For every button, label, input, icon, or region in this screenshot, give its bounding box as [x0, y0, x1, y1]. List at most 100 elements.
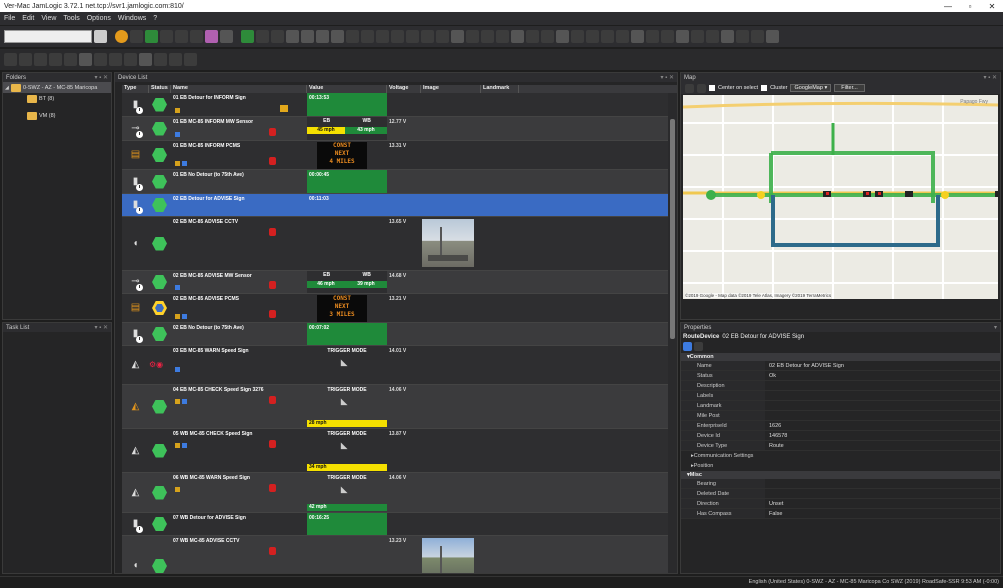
toolbar-icon[interactable] — [301, 30, 314, 43]
maximize-button[interactable]: ▫ — [959, 2, 981, 11]
connect-icon[interactable] — [241, 30, 254, 43]
toolbar-icon[interactable] — [601, 30, 614, 43]
map-forward-icon[interactable] — [697, 83, 706, 93]
table-row[interactable]: ◖ 02 EB MC-85 ADVISE CCTV 13.65 V — [122, 217, 668, 271]
toolbar-icon[interactable] — [436, 30, 449, 43]
toolbar-icon[interactable] — [124, 53, 137, 66]
toolbar-icon[interactable] — [466, 30, 479, 43]
table-row[interactable]: ▮ 01 EB Detour for INFORM Sign 00:13:53 — [122, 93, 668, 117]
camera-thumbnail[interactable] — [422, 538, 474, 573]
prop-value[interactable]: 02 EB Detour for ADVISE Sign — [765, 363, 1000, 369]
prop-row[interactable]: Direction Unset — [681, 499, 1000, 509]
toolbar-icon[interactable] — [586, 30, 599, 43]
prop-row[interactable]: Description — [681, 381, 1000, 391]
map-provider-select[interactable]: GoogleMap ▾ — [790, 84, 832, 92]
toolbar-icon[interactable] — [541, 30, 554, 43]
table-row[interactable]: ◭ ⚙◉ 03 EB MC-85 WARN Speed Sign TRIGGER… — [122, 346, 668, 385]
search-icon[interactable] — [94, 30, 107, 43]
col-image[interactable]: Image — [421, 85, 481, 93]
pin-icon[interactable]: ▾ ▪ ✕ — [95, 324, 109, 331]
toolbar-icon[interactable] — [64, 53, 77, 66]
toolbar-icon[interactable] — [451, 30, 464, 43]
menu-view[interactable]: View — [41, 15, 56, 22]
table-row[interactable]: ⊸ 01 EB MC-85 INFORM MW Sensor EB WB 45 mp… — [122, 117, 668, 141]
toolbar-icon[interactable] — [646, 30, 659, 43]
toolbar-icon[interactable] — [4, 53, 17, 66]
tree-root[interactable]: ◢ 0-SWZ - AZ - MC-85 Maricopa — [3, 82, 111, 93]
toolbar-icon[interactable] — [721, 30, 734, 43]
pin-icon[interactable]: ▾ — [994, 324, 997, 331]
toolbar-icon[interactable] — [766, 30, 779, 43]
table-row[interactable]: ▤ 02 EB MC-85 ADVISE PCMS CONST NEXT 3 MIL… — [122, 294, 668, 323]
toolbar-icon[interactable] — [346, 30, 359, 43]
toolbar-icon[interactable] — [19, 53, 32, 66]
toolbar-icon[interactable] — [736, 30, 749, 43]
common-section[interactable]: ▾ Common — [681, 353, 1000, 361]
prop-value[interactable]: False — [765, 511, 1000, 517]
jamlogic-icon[interactable] — [115, 30, 128, 43]
minimize-button[interactable]: — — [937, 2, 959, 11]
prop-value[interactable]: Ok — [765, 373, 1000, 379]
prop-value[interactable]: 146578 — [765, 433, 1000, 439]
menu-file[interactable]: File — [4, 15, 15, 22]
expand-icon[interactable]: ◢ — [5, 85, 9, 91]
toolbar-icon[interactable] — [391, 30, 404, 43]
col-type[interactable]: Type — [122, 85, 149, 93]
position-group[interactable]: ▸ Position — [681, 461, 1000, 471]
prop-row[interactable]: Bearing — [681, 479, 1000, 489]
toolbar-icon[interactable] — [526, 30, 539, 43]
prop-value[interactable]: Route — [765, 443, 1000, 449]
toolbar-icon[interactable] — [190, 30, 203, 43]
menu-help[interactable]: ? — [153, 15, 157, 22]
menu-tools[interactable]: Tools — [63, 15, 79, 22]
col-value[interactable]: Value — [307, 85, 387, 93]
table-row[interactable]: ◭ 05 WB MC-85 CHECK Speed Sign TRIGGER M… — [122, 429, 668, 473]
categorized-icon[interactable] — [683, 342, 692, 351]
toolbar-icon[interactable] — [184, 53, 197, 66]
filter-button[interactable]: Filter... — [834, 84, 865, 92]
scrollbar-thumb[interactable] — [670, 119, 675, 339]
table-row[interactable]: ◭ 06 WB MC-85 WARN Speed Sign TRIGGER MO… — [122, 473, 668, 513]
toolbar-icon[interactable] — [361, 30, 374, 43]
col-voltage[interactable]: Voltage — [387, 85, 421, 93]
prop-value[interactable]: Unset — [765, 501, 1000, 507]
prop-row[interactable]: Name 02 EB Detour for ADVISE Sign — [681, 361, 1000, 371]
toolbar-icon[interactable] — [94, 53, 107, 66]
tree-item-vm[interactable]: VM (8) — [3, 110, 111, 121]
toolbar-icon[interactable] — [706, 30, 719, 43]
prop-row[interactable]: Deleted Date — [681, 489, 1000, 499]
toolbar-icon[interactable] — [169, 53, 182, 66]
center-on-select-checkbox[interactable] — [709, 85, 715, 91]
toolbar-icon[interactable] — [109, 53, 122, 66]
toolbar-icon[interactable] — [34, 53, 47, 66]
pin-icon[interactable]: ▾ ▪ ✕ — [95, 74, 109, 81]
toolbar-icon[interactable] — [556, 30, 569, 43]
table-row-selected[interactable]: ▮ 02 EB Detour for ADVISE Sign 00:11:03 — [122, 194, 668, 217]
prop-row[interactable]: Device Type Route — [681, 441, 1000, 451]
menu-options[interactable]: Options — [87, 15, 111, 22]
prop-row[interactable]: Labels — [681, 391, 1000, 401]
toolbar-icon[interactable] — [79, 53, 92, 66]
prop-value[interactable]: 1626 — [765, 423, 1000, 429]
prop-row[interactable]: Status Ok — [681, 371, 1000, 381]
toolbar-icon[interactable] — [661, 30, 674, 43]
prop-row[interactable]: Mile Post — [681, 411, 1000, 421]
toolbar-icon[interactable] — [511, 30, 524, 43]
camera-thumbnail[interactable] — [422, 219, 474, 267]
toolbar-icon[interactable] — [751, 30, 764, 43]
table-row[interactable]: ⊸ 02 EB MC-85 ADVISE MW Sensor EB WB 46 mp… — [122, 271, 668, 294]
report-icon[interactable] — [205, 30, 218, 43]
close-button[interactable]: ✕ — [981, 2, 1003, 11]
col-status[interactable]: Status — [149, 85, 171, 93]
toolbar-icon[interactable] — [286, 30, 299, 43]
table-row[interactable]: ▮ 02 EB No Detour (to 75th Ave) 00:07:02 — [122, 323, 668, 346]
toolbar-icon[interactable] — [256, 30, 269, 43]
cluster-checkbox[interactable] — [761, 85, 768, 91]
col-landmark[interactable]: Landmark — [481, 85, 519, 93]
col-name[interactable]: Name — [171, 85, 307, 93]
map-back-icon[interactable] — [685, 83, 694, 93]
prop-row[interactable]: Device Id 146578 — [681, 431, 1000, 441]
table-row[interactable]: ▤ 01 EB MC-85 INFORM PCMS CONST NEXT 4 MIL… — [122, 141, 668, 170]
toolbar-icon[interactable] — [271, 30, 284, 43]
toolbar-icon[interactable] — [616, 30, 629, 43]
